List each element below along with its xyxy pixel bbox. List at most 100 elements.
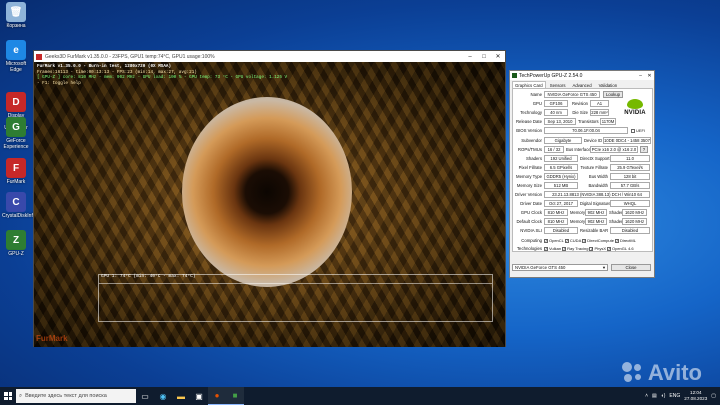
furmark-taskbar-icon[interactable]: ● — [208, 387, 226, 405]
desktop-icon[interactable]: e Microsoft Edge — [2, 40, 30, 73]
gpuz-minimize-button[interactable]: – — [636, 73, 645, 79]
desktop-icon[interactable]: 🗑 Корзина — [2, 2, 30, 29]
checkbox-opengl-4-6[interactable]: ✓ OpenGL 4.6 — [607, 246, 634, 251]
gpuz-label-directx: DirectX Support — [580, 156, 610, 161]
nvidia-wordmark: NVIDIA — [624, 110, 646, 116]
lookup-button[interactable]: Lookup — [603, 91, 623, 98]
close-button[interactable]: ✕ — [491, 53, 505, 60]
gpuz-value-rops: 16 / 32 — [544, 146, 564, 153]
gpuz-value-memory-size: 512 MB — [544, 182, 578, 189]
furmark-render-area: FurMark v1.35.0.0 - Burn-in test, 1280x7… — [34, 62, 505, 347]
checkbox-box[interactable]: ✓ — [562, 246, 567, 251]
gpu-select[interactable]: NVIDIA GeForce GTS 450 ▼ — [512, 264, 608, 271]
gpuz-value-driver-version: 23.21.13.8813 (NVIDIA 388.13) DCH / Win1… — [544, 191, 650, 198]
gpuz-label-name: Name — [530, 92, 542, 97]
furmark-titlebar[interactable]: Geeks3D FurMark v1.35.0.0 - 23FPS, GPU1 … — [34, 51, 505, 62]
gpuz-row-bios: BIOS Version 70.06.1F.00.04 UEFI — [513, 127, 646, 134]
checkbox-box[interactable]: ✓ — [614, 238, 619, 243]
gpuz-tab[interactable]: Validation — [596, 81, 621, 88]
clock[interactable]: 12:04 27.08.2023 — [684, 390, 707, 402]
gpuz-value-memory-type: GDDR5 (Hynix) — [544, 173, 578, 180]
gpuz-label-bios: BIOS Version — [516, 128, 542, 133]
checkbox-vulkan[interactable]: ✓ Vulkan — [544, 246, 561, 251]
checkbox-box[interactable]: ✓ — [607, 246, 611, 251]
checkbox-ray-tracing[interactable]: ✓ Ray Tracing — [562, 246, 588, 251]
edge-icon[interactable]: ◉ — [154, 387, 172, 405]
chevron-up-icon[interactable]: ˄ — [645, 393, 648, 399]
bus-help-button[interactable]: ? — [640, 146, 648, 153]
gpuz-value-technology: 40 nm — [544, 109, 568, 116]
uefi-check-box[interactable] — [631, 128, 635, 133]
gpuz-label-bandwidth: Bandwidth — [588, 183, 608, 188]
temperature-graph: GPU 1: 74°C (min: 40°C - max: 74°C) — [98, 274, 493, 322]
desktop-icon-image: F — [6, 158, 26, 178]
gpuz-row-technologies: Technologies ✓ Vulkan ✓ Ray Tracing ✓ PhysX ✓ Op… — [513, 245, 635, 252]
windows-logo-icon — [4, 392, 12, 400]
network-icon[interactable]: ▤ — [652, 393, 657, 399]
gpuz-footer: NVIDIA GeForce GTS 450 ▼ Close — [512, 263, 653, 272]
taskbar-search[interactable]: ⌕ Введите здесь текст для поиска — [16, 389, 136, 403]
temperature-graph-label: GPU 1: 74°C (min: 40°C - max: 74°C) — [101, 274, 196, 279]
desktop-icon[interactable]: F FurMark — [2, 158, 30, 185]
desktop-icon-label: CrystalDiskInfo — [2, 213, 36, 219]
gpuz-value-memory-clock: 902 MHz — [585, 209, 607, 216]
checkbox-directml[interactable]: ✓ DirectML — [614, 238, 636, 243]
gpuz-row-memsize: Memory Size 512 MB Bandwidth 57.7 GB/s — [513, 182, 650, 189]
gpuz-tab[interactable]: Advanced — [569, 81, 594, 88]
checkbox-label: Vulkan — [549, 246, 562, 251]
store-icon[interactable]: ▣ — [190, 387, 208, 405]
furmark-window[interactable]: Geeks3D FurMark v1.35.0.0 - 23FPS, GPU1 … — [33, 50, 506, 347]
gpuz-app-icon — [512, 73, 517, 78]
gpuz-value-gpu-clock: 810 MHz — [544, 209, 568, 216]
desktop-icon[interactable]: C CrystalDiskInfo — [2, 192, 36, 219]
checkbox-box[interactable]: ✓ — [582, 238, 587, 243]
language-indicator[interactable]: ENG — [669, 393, 680, 399]
gpuz-tab[interactable]: Graphics Card — [512, 81, 546, 88]
gpuz-row-subvendor: Subvendor Gigabyte Device ID 10DE 0DC4 - 14… — [513, 137, 651, 144]
checkbox-label: DirectML — [619, 238, 636, 243]
desktop-icon-label: GPU-Z — [8, 251, 24, 257]
gpuz-tabs: Graphics Card Sensors Advanced Validation — [510, 80, 654, 88]
desktop-icon[interactable]: G GeForce Experience — [2, 117, 30, 150]
gpuz-label-driverdate: Driver Date — [520, 201, 542, 206]
clock-date: 27.08.2023 — [684, 396, 708, 401]
desktop-icon[interactable]: Z GPU-Z — [2, 230, 30, 257]
gpuz-close-dialog-button[interactable]: Close — [611, 264, 651, 271]
checkbox-directcompute[interactable]: ✓ DirectCompute — [582, 238, 614, 243]
gpuz-row-sli: NVIDIA SLI Disabled Resizable BAR Disabled — [513, 227, 650, 234]
checkbox-box[interactable]: ✓ — [589, 246, 594, 251]
volume-icon[interactable]: ◖) — [661, 393, 666, 399]
gpuz-value-driver-date: Oct 27, 2017 — [544, 200, 578, 207]
minimize-button[interactable]: – — [463, 54, 477, 60]
checkbox-physx[interactable]: ✓ PhysX — [589, 246, 606, 251]
start-button[interactable] — [0, 387, 16, 405]
file-explorer-icon[interactable]: ▬ — [172, 387, 190, 405]
gpuz-taskbar-icon[interactable]: ■ — [226, 387, 244, 405]
checkbox-box[interactable]: ✓ — [544, 238, 548, 243]
gpuz-value-default-clock: 810 MHz — [544, 218, 568, 225]
furmark-title: Geeks3D FurMark v1.35.0.0 - 23FPS, GPU1 … — [45, 53, 215, 60]
notifications-icon[interactable]: ▢ — [711, 393, 716, 399]
checkbox-cuda[interactable]: ✓ CUDA — [564, 238, 581, 243]
gpuz-close-button[interactable]: ✕ — [645, 73, 654, 79]
gpuz-row-driver: Driver Version 23.21.13.8813 (NVIDIA 388.… — [513, 191, 650, 198]
task-view-icon[interactable]: ▭ — [136, 387, 154, 405]
uefi-checkbox[interactable]: UEFI — [631, 128, 645, 133]
gpuz-row-gpu: GPU GF106 Revision A1 — [513, 100, 609, 107]
system-tray: ˄ ▤ ◖) ENG 12:04 27.08.2023 ▢ — [645, 390, 720, 402]
desktop-icon-image: G — [6, 117, 26, 137]
uefi-label: UEFI — [636, 128, 646, 133]
checkbox-opencl[interactable]: ✓ OpenCL — [544, 238, 564, 243]
checkbox-box[interactable]: ✓ — [544, 246, 548, 251]
gpuz-label-transistors: Transistors — [578, 119, 599, 124]
gpuz-window[interactable]: TechPowerUp GPU-Z 2.54.0 – ✕ Graphics Ca… — [509, 70, 655, 278]
nvidia-eye-icon — [627, 99, 643, 109]
gpuz-titlebar[interactable]: TechPowerUp GPU-Z 2.54.0 – ✕ — [510, 71, 654, 80]
gpuz-row-release: Release Date Sep 13, 2010 Transistors 1170M — [513, 118, 616, 125]
gpuz-label-default-memory: Memory — [570, 219, 586, 224]
gpuz-value-device-id: 10DE 0DC4 - 1458 3507 — [603, 137, 651, 144]
gpuz-tab[interactable]: Sensors — [547, 81, 569, 88]
maximize-button[interactable]: □ — [477, 54, 491, 60]
gpuz-label-rops: ROPs/TMUs — [517, 147, 542, 152]
checkbox-box[interactable]: ✓ — [564, 238, 569, 243]
